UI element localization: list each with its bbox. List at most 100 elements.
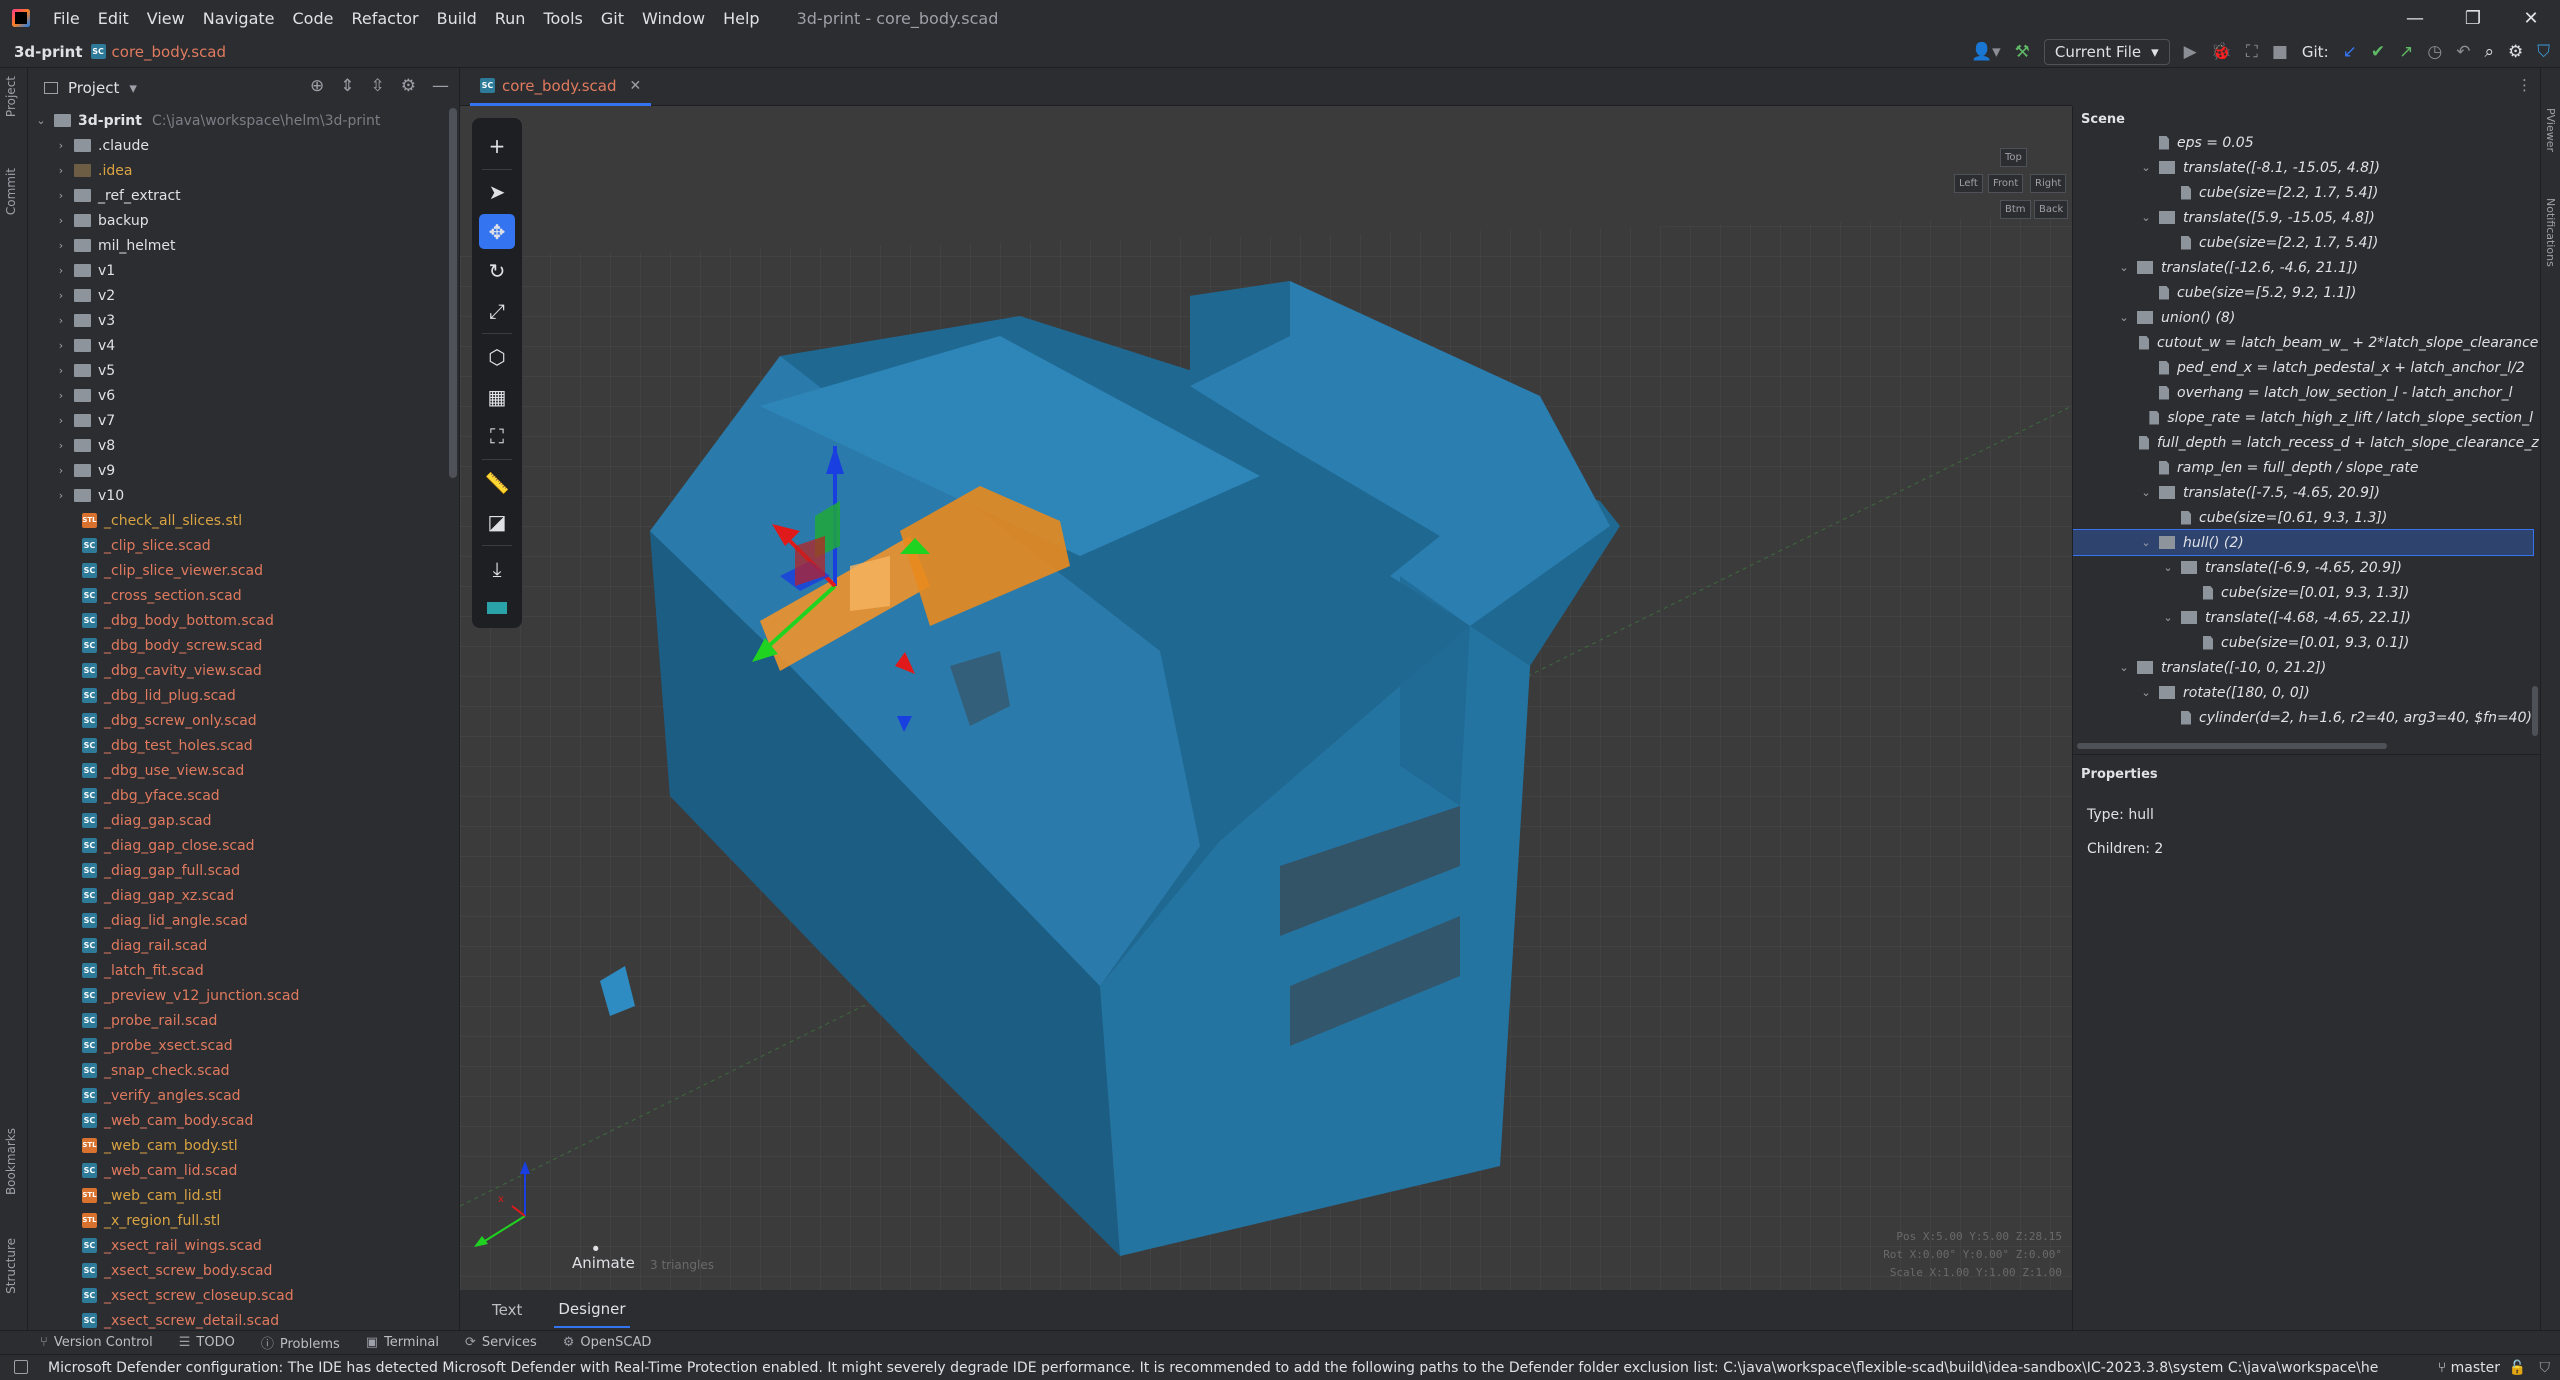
tool-window-version-control[interactable]: ⑂ Version Control <box>40 1335 153 1350</box>
tree-root[interactable]: ⌄ 3d-print C:\java\workspace\helm\3d-pri… <box>28 108 459 133</box>
scene-node[interactable]: ⌄ translate([5.9, -15.05, 4.8]) <box>2073 205 2533 230</box>
tree-file[interactable]: SC _verify_angles.scad <box>28 1083 459 1108</box>
tool-window-terminal[interactable]: ▣ Terminal <box>366 1335 439 1350</box>
tool-window-problems[interactable]: ⓘ Problems <box>261 1333 340 1352</box>
tree-folder[interactable]: › .idea <box>28 158 459 183</box>
restore-icon[interactable]: ❐ <box>2444 0 2502 36</box>
tree-folder[interactable]: › backup <box>28 208 459 233</box>
tree-file[interactable]: SC _clip_slice_viewer.scad <box>28 558 459 583</box>
tree-file[interactable]: STL _web_cam_body.stl <box>28 1133 459 1158</box>
shield-icon[interactable]: ⛉ <box>2537 42 2550 62</box>
tree-file[interactable]: SC _latch_fit.scad <box>28 958 459 983</box>
hide-icon[interactable]: — <box>432 76 449 96</box>
add-icon[interactable]: + <box>479 128 515 164</box>
menu-item-code[interactable]: Code <box>284 9 343 28</box>
chevron-down-icon[interactable]: ⌄ <box>2117 311 2131 324</box>
gear-icon[interactable]: ⚙ <box>401 76 416 96</box>
tree-folder[interactable]: › v8 <box>28 433 459 458</box>
3d-viewport[interactable]: x + ➤ ✥ ↻ ⤢ ⬡ ▦ ⛶ 📏 ◪ ⤓ Top Left Front R… <box>460 106 2072 1290</box>
view-left-button[interactable]: Left <box>1954 174 1983 193</box>
menu-item-window[interactable]: Window <box>633 9 714 28</box>
commit-tool-label[interactable]: Commit <box>4 168 18 215</box>
project-panel-title[interactable]: Project <box>68 79 119 97</box>
tree-folder[interactable]: › v4 <box>28 333 459 358</box>
history-icon[interactable]: ◷ <box>2427 42 2442 62</box>
tree-file[interactable]: SC _dbg_screw_only.scad <box>28 708 459 733</box>
coverage-icon[interactable]: ⛶ <box>2246 42 2258 62</box>
tree-file[interactable]: SC _dbg_lid_plug.scad <box>28 683 459 708</box>
scene-node[interactable]: ⌄ translate([-4.68, -4.65, 22.1]) <box>2073 605 2533 630</box>
scene-node[interactable]: cube(size=[2.2, 1.7, 5.4]) <box>2073 230 2533 255</box>
close-window-icon[interactable]: ✕ <box>2502 0 2560 36</box>
cube-view-icon[interactable]: ⬡ <box>479 339 515 375</box>
tab-designer[interactable]: Designer <box>554 1292 630 1328</box>
download-icon[interactable]: ⤓ <box>479 551 515 587</box>
git-push-icon[interactable]: ↗ <box>2399 42 2413 62</box>
menu-item-run[interactable]: Run <box>486 9 535 28</box>
chevron-down-icon[interactable]: ⌄ <box>2139 211 2153 224</box>
tree-file[interactable]: SC _probe_xsect.scad <box>28 1033 459 1058</box>
grid-icon[interactable]: ▦ <box>479 379 515 415</box>
scene-node[interactable]: eps = 0.05 <box>2073 130 2533 155</box>
menu-item-build[interactable]: Build <box>428 9 486 28</box>
chevron-down-icon[interactable]: ⌄ <box>2117 661 2131 674</box>
menu-item-file[interactable]: File <box>44 9 89 28</box>
tree-file[interactable]: SC _dbg_yface.scad <box>28 783 459 808</box>
tree-folder[interactable]: › v1 <box>28 258 459 283</box>
chevron-right-icon[interactable]: › <box>54 289 68 302</box>
tree-file[interactable]: STL _web_cam_lid.stl <box>28 1183 459 1208</box>
chevron-down-icon[interactable]: ▾ <box>129 79 137 97</box>
menu-item-help[interactable]: Help <box>714 9 768 28</box>
tree-file[interactable]: SC _cross_section.scad <box>28 583 459 608</box>
tree-file[interactable]: SC _diag_gap.scad <box>28 808 459 833</box>
viewport-canvas[interactable]: x <box>460 106 2072 1290</box>
tree-file[interactable]: SC _probe_rail.scad <box>28 1008 459 1033</box>
build-hammer-icon[interactable]: ⚒ <box>2015 42 2030 62</box>
tree-folder[interactable]: › v9 <box>28 458 459 483</box>
tree-folder[interactable]: › v5 <box>28 358 459 383</box>
chevron-right-icon[interactable]: › <box>54 189 68 202</box>
tree-file[interactable]: SC _dbg_body_bottom.scad <box>28 608 459 633</box>
run-configuration-select[interactable]: Current File ▾ <box>2043 39 2170 65</box>
defender-warning-message[interactable]: Microsoft Defender configuration: The ID… <box>48 1360 2378 1376</box>
status-square-icon[interactable] <box>14 1360 28 1374</box>
tree-file[interactable]: STL _x_region_full.stl <box>28 1208 459 1233</box>
project-tool-label[interactable]: Project <box>4 76 18 117</box>
chevron-down-icon[interactable]: ⌄ <box>2139 486 2153 499</box>
user-icon[interactable]: 👤▾ <box>1971 42 2001 62</box>
chevron-down-icon[interactable]: ⌄ <box>2139 686 2153 699</box>
tree-file[interactable]: SC _clip_slice.scad <box>28 533 459 558</box>
menu-item-refactor[interactable]: Refactor <box>342 9 427 28</box>
minimize-icon[interactable]: — <box>2386 0 2444 36</box>
tree-file[interactable]: SC _dbg_body_screw.scad <box>28 633 459 658</box>
bookmarks-tool-label[interactable]: Bookmarks <box>4 1128 18 1195</box>
collapse-all-icon[interactable]: ⇳ <box>371 76 385 96</box>
tree-file[interactable]: SC _dbg_use_view.scad <box>28 758 459 783</box>
scene-node[interactable]: overhang = latch_low_section_l - latch_a… <box>2073 380 2533 405</box>
chevron-down-icon[interactable]: ⌄ <box>2139 536 2153 549</box>
scene-node[interactable]: slope_rate = latch_high_z_lift / latch_s… <box>2073 405 2533 430</box>
animate-button[interactable]: Animate <box>572 1254 635 1272</box>
structure-tool-label[interactable]: Structure <box>4 1238 18 1294</box>
chevron-down-icon[interactable]: ⌄ <box>2139 161 2153 174</box>
tree-file[interactable]: SC _xsect_screw_closeup.scad <box>28 1283 459 1308</box>
tree-folder[interactable]: › .claude <box>28 133 459 158</box>
tree-folder[interactable]: › v6 <box>28 383 459 408</box>
tree-folder[interactable]: › _ref_extract <box>28 183 459 208</box>
scene-node[interactable]: full_depth = latch_recess_d + latch_slop… <box>2073 430 2539 455</box>
scale-tool-icon[interactable]: ⤢ <box>479 293 515 329</box>
view-front-button[interactable]: Front <box>1988 174 2024 193</box>
color-swatch[interactable] <box>479 590 515 626</box>
chevron-right-icon[interactable]: › <box>54 414 68 427</box>
chevron-right-icon[interactable]: › <box>54 364 68 377</box>
scene-node[interactable]: ⌄ translate([-8.1, -15.05, 4.8]) <box>2073 155 2533 180</box>
scene-node[interactable]: cylinder(d=2, h=1.6, r2=40, arg3=40, $fn… <box>2073 705 2533 730</box>
tree-file[interactable]: SC _web_cam_lid.scad <box>28 1158 459 1183</box>
tree-file[interactable]: SC _web_cam_body.scad <box>28 1108 459 1133</box>
rollback-icon[interactable]: ↶ <box>2456 42 2470 62</box>
scene-node[interactable]: cutout_w = latch_beam_w_ + 2*latch_slope… <box>2073 330 2538 355</box>
chevron-right-icon[interactable]: › <box>54 164 68 177</box>
tool-window-services[interactable]: ⟳ Services <box>465 1335 537 1350</box>
status-shield-icon[interactable]: ⛉ <box>2540 1360 2551 1376</box>
tree-file[interactable]: SC _dbg_cavity_view.scad <box>28 658 459 683</box>
